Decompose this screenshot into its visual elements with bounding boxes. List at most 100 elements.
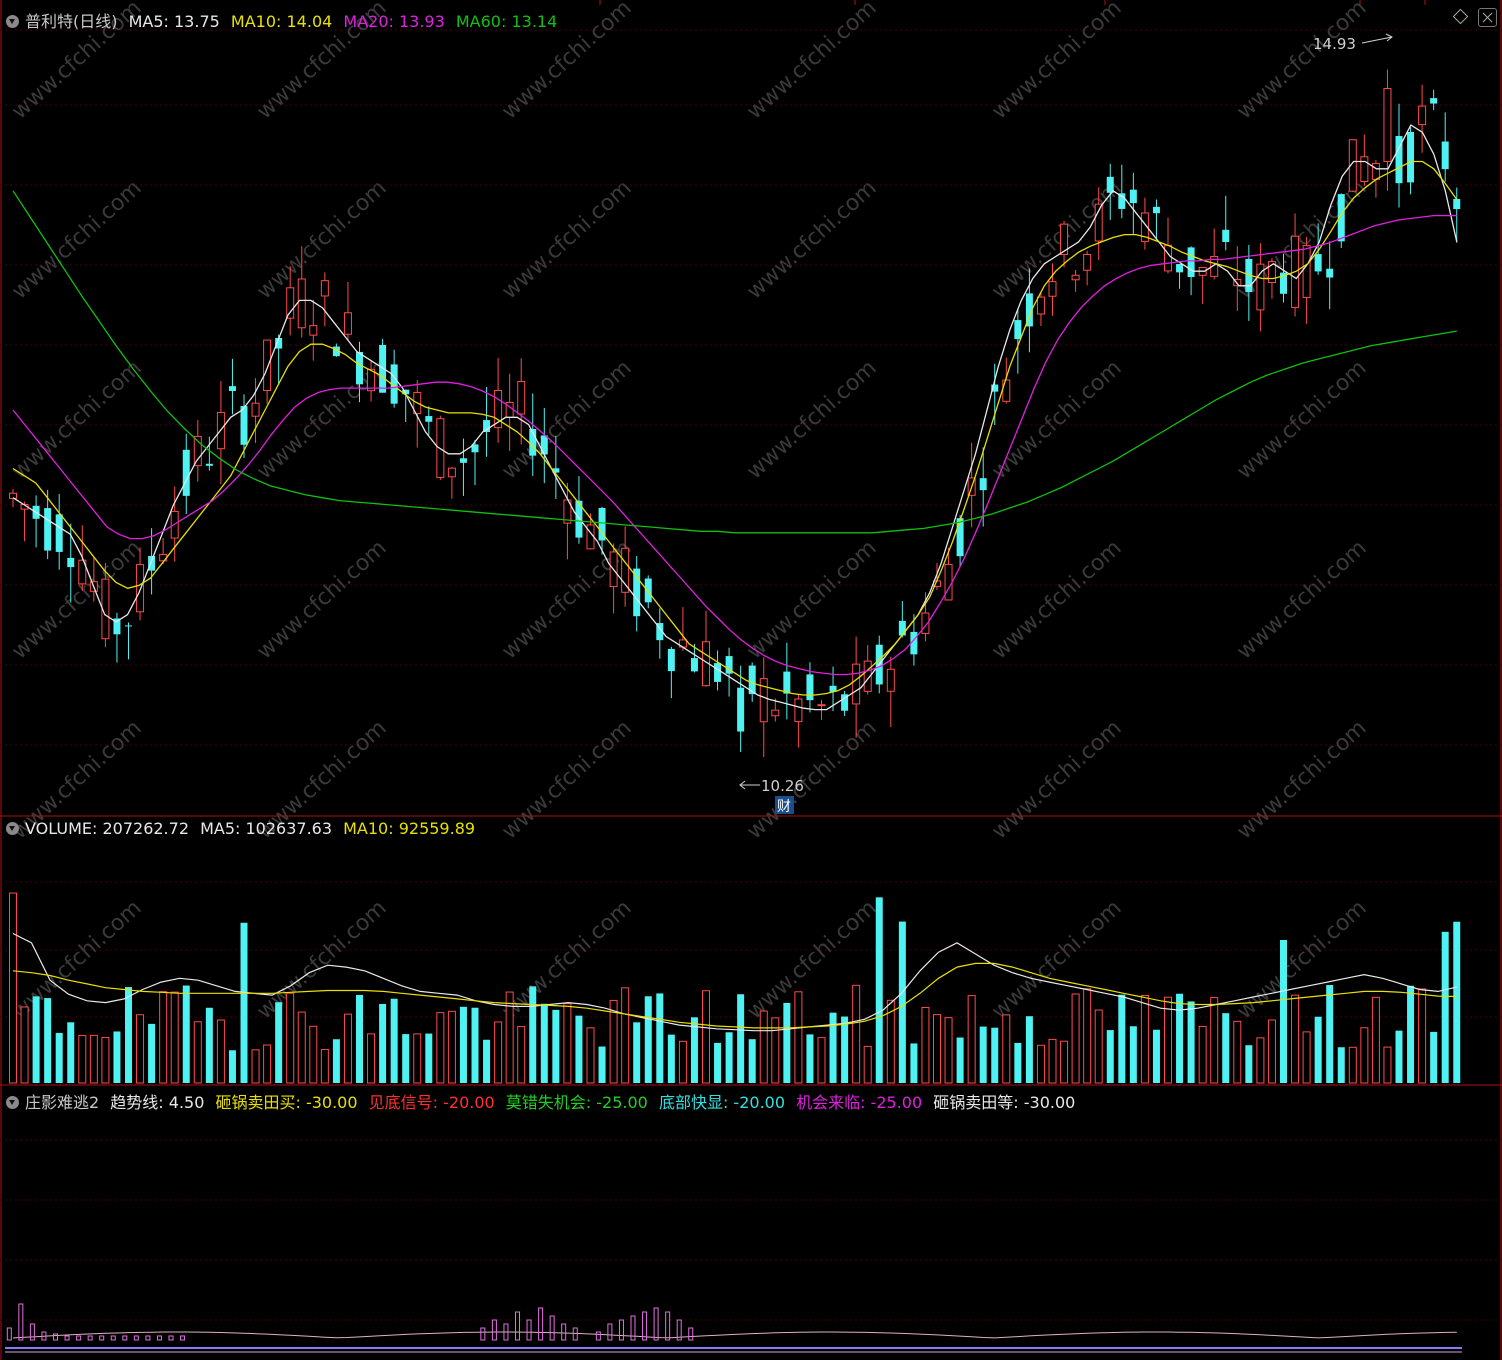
- volume-bar-down: [667, 1034, 675, 1083]
- candle-body-up: [517, 381, 526, 415]
- candle: [806, 662, 814, 713]
- candle: [459, 438, 467, 496]
- candle: [609, 543, 618, 614]
- volume-bar-up: [1140, 994, 1149, 1084]
- candle-body-up: [1418, 105, 1427, 126]
- candle-body-down: [898, 620, 906, 636]
- candle-body-up: [1048, 281, 1057, 297]
- trend-line-value: 趋势线: 4.50: [110, 1093, 205, 1112]
- volume-bar-down: [471, 1007, 479, 1083]
- watermark-text: www.cfchi.com: [7, 356, 146, 485]
- volume-bar-up: [967, 995, 976, 1084]
- candle: [1430, 89, 1438, 110]
- candle-body-down: [806, 674, 814, 701]
- signal-bar: [18, 1303, 24, 1341]
- candle: [794, 694, 803, 748]
- trend-line: [12, 1331, 1457, 1339]
- watermark-text: www.cfchi.com: [987, 0, 1126, 124]
- volume-bar-up: [343, 1013, 352, 1084]
- volume-bar-up: [1083, 988, 1092, 1084]
- candle-body-up: [286, 287, 295, 319]
- finance-marker[interactable]: 财: [777, 799, 791, 815]
- volume-bar-down: [240, 922, 248, 1083]
- volume-bar-down: [228, 1050, 236, 1083]
- candle: [886, 656, 895, 727]
- ma5-value: MA5: 13.75: [128, 12, 220, 31]
- volume-bar-up: [367, 1033, 376, 1084]
- volume-bar-down: [552, 1009, 560, 1083]
- volume-bar-up: [1233, 1020, 1242, 1084]
- candle: [159, 537, 168, 565]
- signal-bar: [87, 1335, 93, 1341]
- volume-bar-down: [875, 897, 883, 1083]
- volume-bar-down: [390, 998, 398, 1083]
- volume-bar-up: [759, 1010, 768, 1084]
- watermark-text: www.cfchi.com: [252, 536, 391, 665]
- candle: [967, 442, 976, 528]
- close-icon[interactable]: [1478, 8, 1497, 27]
- volume-bar-down: [633, 1022, 641, 1083]
- volume-bar-down: [1152, 1029, 1160, 1083]
- volume-bar-down: [1245, 1045, 1253, 1083]
- kline-chart[interactable]: www.cfchi.com www.cfchi.com www.cfchi.com w…: [0, 0, 1502, 1360]
- collapse-icon[interactable]: [6, 1096, 19, 1109]
- candle: [125, 622, 132, 660]
- volume-bar-down: [44, 998, 52, 1083]
- volume-bar-up: [159, 991, 168, 1084]
- watermark-text: www.cfchi.com: [987, 896, 1126, 1025]
- ma-line-ma10: [12, 160, 1458, 696]
- watermark-text: www.cfchi.com: [1232, 356, 1371, 485]
- candle-body-down: [1187, 247, 1195, 278]
- volume-bar-down: [829, 1012, 837, 1083]
- volume-bar-down: [1106, 1030, 1114, 1083]
- volume-bar-up: [852, 984, 861, 1084]
- volume-bar-down: [714, 1042, 722, 1083]
- candle-body-up: [9, 492, 17, 499]
- volume-bar-down: [1118, 994, 1126, 1083]
- watermark-text: www.cfchi.com: [1232, 716, 1371, 845]
- candle-body-up: [1083, 253, 1092, 271]
- candle: [343, 281, 352, 340]
- volume-panel[interactable]: [9, 892, 1461, 1084]
- stock-title: 普利特(日线): [25, 12, 118, 31]
- watermark-text: www.cfchi.com: [1232, 896, 1371, 1025]
- candle: [193, 419, 202, 482]
- volume-bar-down: [356, 994, 363, 1083]
- volume-bar-down: [205, 1007, 213, 1083]
- candle: [1256, 243, 1265, 332]
- volume-bar-down: [1441, 931, 1449, 1083]
- volume-bar-up: [297, 1011, 306, 1084]
- candle-body-down: [714, 663, 722, 682]
- candle-body-up: [1371, 162, 1380, 181]
- candle: [759, 657, 768, 757]
- signal-5-value: 机会来临: -25.00: [796, 1093, 923, 1112]
- watermark-text: www.cfchi.com: [987, 536, 1126, 665]
- watermark-text: www.cfchi.com: [742, 356, 881, 485]
- candle-body-down: [633, 568, 641, 617]
- collapse-icon[interactable]: [6, 15, 19, 28]
- candle: [1002, 357, 1011, 404]
- indicator-panel[interactable]: [5, 1303, 1462, 1353]
- collapse-icon[interactable]: [6, 822, 19, 835]
- candle-body-up: [817, 704, 826, 707]
- candle: [1326, 241, 1334, 310]
- candle: [1407, 127, 1415, 195]
- watermark-text: www.cfchi.com: [1232, 536, 1371, 665]
- candle-body-down: [125, 625, 132, 627]
- candle: [1441, 112, 1449, 182]
- candle-body-up: [297, 278, 306, 329]
- volume-bar-down: [32, 996, 40, 1083]
- signal-bar: [145, 1335, 151, 1341]
- volume-bar-down: [1407, 985, 1415, 1083]
- volume-bar-up: [320, 1048, 329, 1084]
- volume-bar-down: [1014, 1042, 1022, 1083]
- signal-bar: [133, 1335, 139, 1341]
- volume-bar-down: [67, 1022, 75, 1083]
- volume-bar-up: [251, 1049, 260, 1084]
- volume-bar-down: [841, 1016, 849, 1083]
- candle-body-down: [240, 406, 248, 445]
- candle-body-down: [205, 463, 213, 466]
- signal-bar: [76, 1335, 82, 1341]
- candle: [1176, 264, 1184, 289]
- volume-bar-up: [1348, 1046, 1357, 1084]
